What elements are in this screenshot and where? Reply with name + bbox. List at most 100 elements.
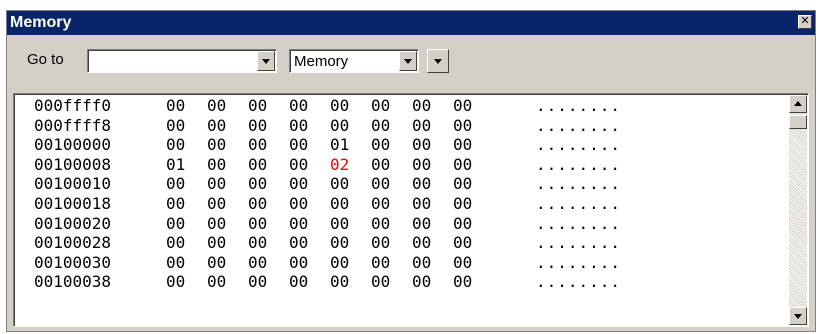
view-mode-dropdown-button[interactable] (399, 51, 417, 71)
byte-cell[interactable]: 00 (412, 272, 431, 291)
byte-cell[interactable]: 00 (371, 155, 390, 174)
byte-cell[interactable]: 00 (453, 174, 472, 193)
byte-cell[interactable]: 00 (289, 116, 308, 135)
byte-cell[interactable]: 00 (412, 174, 431, 193)
byte-cell[interactable]: 00 (207, 253, 226, 272)
byte-cell[interactable]: 00 (453, 214, 472, 233)
row-ascii: ........ (536, 194, 622, 213)
byte-cell[interactable]: 00 (453, 96, 472, 115)
row-ascii: ........ (536, 174, 622, 194)
byte-cell[interactable]: 00 (453, 272, 472, 291)
byte-cell[interactable]: 00 (371, 233, 390, 252)
title-bar[interactable]: Memory ✕ (7, 11, 815, 35)
byte-cell[interactable]: 00 (207, 194, 226, 213)
options-dropdown-button[interactable] (427, 49, 449, 73)
goto-dropdown-button[interactable] (257, 51, 275, 71)
byte-cell[interactable]: 00 (289, 155, 308, 174)
byte-cell[interactable]: 00 (412, 96, 431, 115)
byte-cell[interactable]: 00 (412, 155, 431, 174)
byte-cell[interactable]: 00 (412, 116, 431, 135)
byte-cell[interactable]: 00 (166, 96, 185, 115)
byte-cell[interactable]: 00 (207, 96, 226, 115)
view-mode-select[interactable]: Memory (289, 49, 419, 73)
scroll-up-button[interactable] (789, 95, 807, 113)
close-button[interactable]: ✕ (798, 15, 812, 29)
byte-cell[interactable]: 00 (453, 194, 472, 213)
byte-cell[interactable]: 00 (330, 214, 349, 233)
byte-cell[interactable]: 00 (330, 272, 349, 291)
byte-cell[interactable]: 00 (289, 253, 308, 272)
byte-cell[interactable]: 00 (289, 96, 308, 115)
byte-cell[interactable]: 00 (330, 116, 349, 135)
byte-cell[interactable]: 00 (248, 116, 267, 135)
byte-cell[interactable]: 00 (207, 272, 226, 291)
byte-cell[interactable]: 00 (453, 116, 472, 135)
byte-cell[interactable]: 00 (248, 135, 267, 154)
byte-cell[interactable]: 00 (166, 194, 185, 213)
byte-cell[interactable]: 00 (207, 214, 226, 233)
byte-cell[interactable]: 00 (166, 233, 185, 252)
byte-cell[interactable]: 00 (330, 253, 349, 272)
byte-cell[interactable]: 00 (330, 194, 349, 213)
byte-cell[interactable]: 00 (166, 253, 185, 272)
byte-cell[interactable]: 00 (166, 135, 185, 154)
byte-cell[interactable]: 00 (412, 233, 431, 252)
byte-cell[interactable]: 00 (330, 96, 349, 115)
byte-cell[interactable]: 00 (166, 174, 185, 193)
byte-cell[interactable]: 00 (289, 233, 308, 252)
byte-cell[interactable]: 01 (330, 135, 349, 154)
byte-cell[interactable]: 00 (371, 96, 390, 115)
byte-cell[interactable]: 00 (207, 174, 226, 193)
scroll-down-button[interactable] (789, 307, 807, 325)
byte-cell[interactable]: 00 (371, 116, 390, 135)
byte-cell[interactable]: 00 (453, 253, 472, 272)
byte-cell[interactable]: 00 (412, 214, 431, 233)
byte-cell[interactable]: 00 (248, 155, 267, 174)
byte-cell[interactable]: 00 (207, 155, 226, 174)
vertical-scrollbar[interactable] (789, 95, 807, 325)
memory-dump-view[interactable]: 000ffff0 00 00 00 00 00 00 00 00........ 000ffff8… (13, 93, 809, 327)
byte-cell[interactable]: 00 (371, 214, 390, 233)
byte-cell[interactable]: 00 (248, 233, 267, 252)
byte-cell[interactable]: 01 (166, 155, 185, 174)
byte-cell[interactable]: 00 (166, 214, 185, 233)
byte-cell[interactable]: 00 (248, 253, 267, 272)
byte-cell[interactable]: 00 (248, 272, 267, 291)
byte-cell[interactable]: 00 (453, 135, 472, 154)
byte-cell[interactable]: 00 (207, 135, 226, 154)
row-address: 00100030 (34, 252, 112, 272)
row-ascii: ........ (536, 213, 622, 233)
byte-cell[interactable]: 00 (412, 194, 431, 213)
byte-cell[interactable]: 00 (166, 116, 185, 135)
byte-cell[interactable]: 00 (371, 174, 390, 193)
byte-cell[interactable]: 00 (289, 272, 308, 291)
byte-cell[interactable]: 00 (289, 174, 308, 193)
scroll-thumb[interactable] (789, 115, 807, 129)
byte-cell[interactable]: 00 (289, 135, 308, 154)
chevron-down-icon (404, 59, 412, 64)
byte-cell[interactable]: 00 (371, 253, 390, 272)
byte-cell[interactable]: 00 (412, 253, 431, 272)
goto-address-combo[interactable] (87, 49, 277, 73)
byte-cell[interactable]: 00 (166, 272, 185, 291)
byte-cell[interactable]: 00 (330, 174, 349, 193)
row-address: 00100028 (34, 233, 112, 253)
close-icon: ✕ (800, 15, 810, 27)
byte-cell[interactable]: 00 (248, 194, 267, 213)
byte-cell[interactable]: 00 (289, 214, 308, 233)
byte-cell[interactable]: 00 (289, 194, 308, 213)
byte-cell[interactable]: 00 (207, 116, 226, 135)
byte-cell[interactable]: 00 (371, 272, 390, 291)
byte-cell[interactable]: 00 (371, 135, 390, 154)
row-address: 00100008 (34, 154, 112, 174)
byte-cell[interactable]: 00 (207, 233, 226, 252)
byte-cell[interactable]: 00 (248, 214, 267, 233)
byte-cell[interactable]: 00 (248, 174, 267, 193)
byte-cell[interactable]: 00 (453, 233, 472, 252)
byte-cell[interactable]: 00 (248, 96, 267, 115)
byte-cell[interactable]: 00 (330, 233, 349, 252)
byte-cell[interactable]: 00 (371, 194, 390, 213)
byte-cell[interactable]: 02 (330, 155, 349, 174)
byte-cell[interactable]: 00 (412, 135, 431, 154)
byte-cell[interactable]: 00 (453, 155, 472, 174)
